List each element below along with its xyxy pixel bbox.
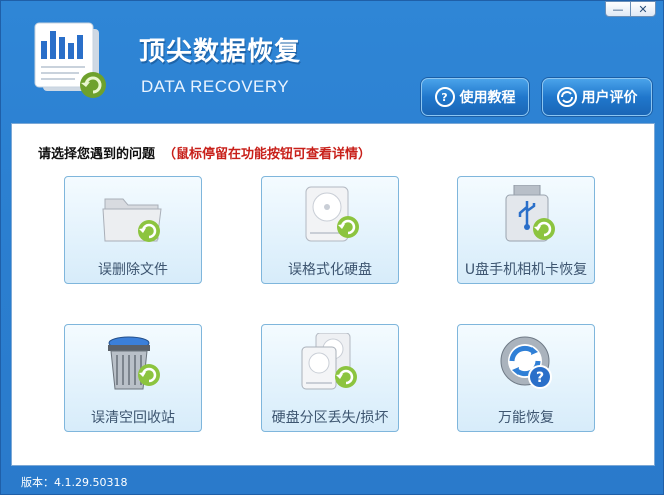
harddisk-recover-icon (305, 186, 359, 242)
partition-lost-label: 硬盘分区丢失/损坏 (271, 410, 389, 426)
deleted-files-label: 误删除文件 (98, 262, 168, 278)
prompt-hint: （鼠标停留在功能按钮可查看详情） (163, 147, 372, 162)
usb-drive-recover-icon (505, 185, 555, 242)
app-window: — ✕ 顶尖数据恢复 DATA RECOVERY ? 使用教程 用户评价 请选择… (0, 0, 664, 495)
tutorial-button-label: 使用教程 (459, 90, 516, 106)
emptied-recycle-bin-label: 误清空回收站 (91, 410, 175, 426)
close-button[interactable]: ✕ (630, 1, 656, 17)
question-circle-icon: ? (434, 87, 455, 107)
minimize-icon: — (612, 2, 624, 16)
user-review-button[interactable]: 用户评价 (542, 78, 652, 116)
svg-text:?: ? (536, 370, 544, 386)
recycle-bin-recover-icon (108, 336, 160, 390)
formatted-disk-label: 误格式化硬盘 (288, 262, 372, 278)
emptied-recycle-bin-button[interactable]: 误清空回收站 (64, 324, 202, 432)
close-icon: ✕ (638, 2, 648, 16)
main-panel: 请选择您遇到的问题 （鼠标停留在功能按钮可查看详情） 误删除文件 误格式化硬盘 … (11, 123, 655, 466)
version-text: 版本：4.1.29.50318 (21, 476, 128, 489)
folder-recover-icon (102, 198, 162, 242)
usb-card-recovery-label: U盘手机相机卡恢复 (464, 262, 588, 278)
prompt-text: 请选择您遇到的问题 （鼠标停留在功能按钮可查看详情） (38, 143, 371, 162)
app-subtitle: DATA RECOVERY (141, 77, 290, 96)
universal-recovery-button[interactable]: ? 万能恢复 (457, 324, 595, 432)
tutorial-button[interactable]: ? 使用教程 (421, 78, 529, 116)
user-review-button-label: 用户评价 (581, 90, 638, 106)
app-title: 顶尖数据恢复 (139, 37, 302, 67)
universal-recover-icon: ? (500, 336, 552, 389)
partition-lost-button[interactable]: 硬盘分区丢失/损坏 (261, 324, 399, 432)
swirl-circle-icon (556, 87, 577, 107)
formatted-disk-button[interactable]: 误格式化硬盘 (261, 176, 399, 284)
deleted-files-button[interactable]: 误删除文件 (64, 176, 202, 284)
app-logo-icon (34, 22, 106, 98)
minimize-button[interactable]: — (605, 1, 631, 17)
universal-recovery-label: 万能恢复 (498, 410, 554, 426)
prompt-question: 请选择您遇到的问题 (38, 147, 156, 162)
partition-recover-icon (301, 333, 357, 390)
usb-card-recovery-button[interactable]: U盘手机相机卡恢复 (457, 176, 595, 284)
